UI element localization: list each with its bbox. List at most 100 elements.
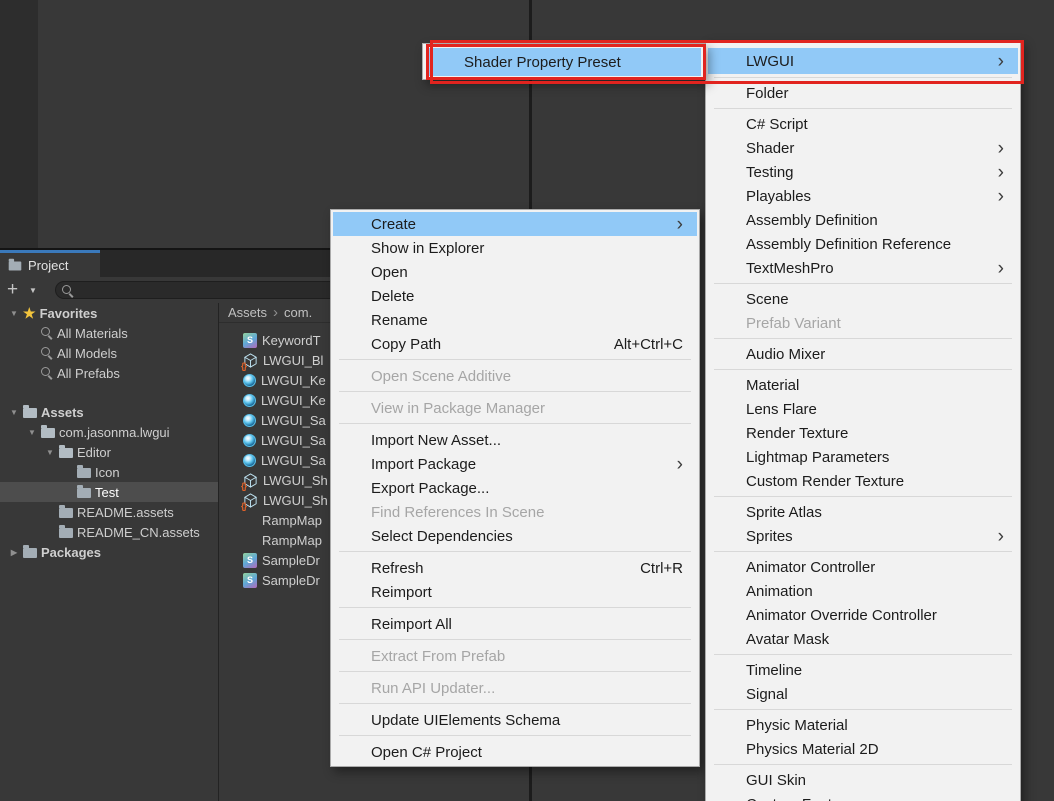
menu-item-label: Copy Path xyxy=(371,336,590,353)
tree-item-test[interactable]: Test xyxy=(0,482,218,502)
menu-item-label: Custom Font xyxy=(746,796,1004,801)
menu-item-lens-flare[interactable]: Lens Flare xyxy=(708,397,1018,421)
menu-item-show-in-explorer[interactable]: Show in Explorer xyxy=(333,236,697,260)
menu-item-select-dependencies[interactable]: Select Dependencies xyxy=(333,524,697,548)
menu-item-lwgui[interactable]: LWGUI› xyxy=(708,48,1018,74)
menu-separator xyxy=(714,369,1012,370)
menu-item-shader[interactable]: Shader› xyxy=(708,136,1018,160)
csharp-script-icon: S xyxy=(243,333,257,348)
menu-item-label: GUI Skin xyxy=(746,772,1004,789)
chevron-down-icon[interactable]: ▼ xyxy=(29,286,37,295)
menu-item-import-package[interactable]: Import Package› xyxy=(333,452,697,476)
menu-item-delete[interactable]: Delete xyxy=(333,284,697,308)
expander-expanded-icon[interactable]: ▼ xyxy=(41,448,59,457)
menu-item-export-package[interactable]: Export Package... xyxy=(333,476,697,500)
menu-item-label: Testing xyxy=(746,164,990,181)
menu-item-open-c-project[interactable]: Open C# Project xyxy=(333,740,697,764)
menu-item-folder[interactable]: Folder xyxy=(708,81,1018,105)
menu-item-reimport[interactable]: Reimport xyxy=(333,580,697,604)
expander-expanded-icon[interactable]: ▼ xyxy=(5,309,23,318)
create-asset-button[interactable]: + xyxy=(7,277,18,303)
menu-item-gui-skin[interactable]: GUI Skin xyxy=(708,768,1018,792)
menu-item-label: Delete xyxy=(371,288,683,305)
menu-item-assembly-definition[interactable]: Assembly Definition xyxy=(708,208,1018,232)
menu-item-label: Find References In Scene xyxy=(371,504,683,521)
menu-item-shader-property-preset[interactable]: Shader Property Preset xyxy=(426,48,701,76)
tree-item-label: Packages xyxy=(41,545,101,560)
menu-item-audio-mixer[interactable]: Audio Mixer xyxy=(708,342,1018,366)
tree-item-favorites[interactable]: ▼★Favorites xyxy=(0,303,218,323)
expander-expanded-icon[interactable]: ▼ xyxy=(5,408,23,417)
menu-item-open[interactable]: Open xyxy=(333,260,697,284)
menu-item-testing[interactable]: Testing › xyxy=(708,160,1018,184)
menu-item-timeline[interactable]: Timeline xyxy=(708,658,1018,682)
tab-project[interactable]: Project xyxy=(0,250,100,277)
expander-expanded-icon[interactable]: ▼ xyxy=(23,428,41,437)
file-item-label: RampMap xyxy=(262,533,322,548)
tree-item-assets[interactable]: ▼Assets xyxy=(0,402,218,422)
tree-item-all-prefabs[interactable]: All Prefabs xyxy=(0,363,218,383)
unity-editor-window: Project + ▼ ▼★FavoritesAll MaterialsAll … xyxy=(0,0,1054,801)
menu-item-shortcut: Ctrl+R xyxy=(640,560,683,577)
menu-item-label: Prefab Variant xyxy=(746,315,1004,332)
menu-item-c-script[interactable]: C# Script xyxy=(708,112,1018,136)
menu-item-label: Refresh xyxy=(371,560,616,577)
menu-item-custom-font[interactable]: Custom Font xyxy=(708,792,1018,801)
menu-item-animator-controller[interactable]: Animator Controller xyxy=(708,555,1018,579)
menu-item-label: Open C# Project xyxy=(371,744,683,761)
menu-item-scene[interactable]: Scene xyxy=(708,287,1018,311)
tree-item-icon[interactable]: Icon xyxy=(0,462,218,482)
folder-open-icon xyxy=(23,408,37,418)
menu-item-avatar-mask[interactable]: Avatar Mask xyxy=(708,627,1018,651)
menu-item-render-texture[interactable]: Render Texture xyxy=(708,421,1018,445)
menu-item-lightmap-parameters[interactable]: Lightmap Parameters xyxy=(708,445,1018,469)
file-item-label: LWGUI_Sa xyxy=(261,433,326,448)
menu-item-label: View in Package Manager xyxy=(371,400,683,417)
menu-item-refresh[interactable]: Refresh Ctrl+R xyxy=(333,556,697,580)
menu-separator xyxy=(339,639,691,640)
menu-item-update-uielements-schema[interactable]: Update UIElements Schema xyxy=(333,708,697,732)
material-icon xyxy=(243,454,256,467)
menu-item-sprites[interactable]: Sprites› xyxy=(708,524,1018,548)
menu-item-physic-material[interactable]: Physic Material xyxy=(708,713,1018,737)
menu-item-material[interactable]: Material xyxy=(708,373,1018,397)
menu-item-label: Extract From Prefab xyxy=(371,648,683,665)
expander-collapsed-icon[interactable]: ▶ xyxy=(5,548,23,557)
tree-item-readme-cn-assets[interactable]: README_CN.assets xyxy=(0,522,218,542)
menu-separator xyxy=(714,496,1012,497)
tree-item-com-jasonma-lwgui[interactable]: ▼com.jasonma.lwgui xyxy=(0,422,218,442)
menu-item-label: Scene xyxy=(746,291,1004,308)
menu-item-reimport-all[interactable]: Reimport All xyxy=(333,612,697,636)
tree-item-packages[interactable]: ▶ Packages xyxy=(0,542,218,562)
menu-item-create[interactable]: Create› xyxy=(333,212,697,236)
menu-item-label: Physic Material xyxy=(746,717,1004,734)
material-icon xyxy=(243,414,256,427)
tree-item-readme-assets[interactable]: README.assets xyxy=(0,502,218,522)
file-item-label: LWGUI_Ke xyxy=(261,373,326,388)
menu-item-physics-material-2d[interactable]: Physics Material 2D xyxy=(708,737,1018,761)
breadcrumb-current[interactable]: com. xyxy=(284,305,312,320)
menu-item-rename[interactable]: Rename xyxy=(333,308,697,332)
menu-item-animator-override-controller[interactable]: Animator Override Controller xyxy=(708,603,1018,627)
tree-item-all-models[interactable]: All Models xyxy=(0,343,218,363)
menu-item-sprite-atlas[interactable]: Sprite Atlas xyxy=(708,500,1018,524)
menu-item-assembly-definition-reference[interactable]: Assembly Definition Reference xyxy=(708,232,1018,256)
menu-item-textmeshpro[interactable]: TextMeshPro› xyxy=(708,256,1018,280)
menu-item-custom-render-texture[interactable]: Custom Render Texture xyxy=(708,469,1018,493)
menu-item-signal[interactable]: Signal xyxy=(708,682,1018,706)
breadcrumb-root[interactable]: Assets xyxy=(228,305,267,320)
menu-item-playables[interactable]: Playables› xyxy=(708,184,1018,208)
menu-item-import-new-asset[interactable]: Import New Asset... xyxy=(333,428,697,452)
menu-item-label: Open xyxy=(371,264,683,281)
menu-item-extract-from-prefab: Extract From Prefab xyxy=(333,644,697,668)
menu-item-animation[interactable]: Animation xyxy=(708,579,1018,603)
material-icon xyxy=(243,394,256,407)
submenu-arrow-icon: › xyxy=(998,139,1004,158)
tree-item-all-materials[interactable]: All Materials xyxy=(0,323,218,343)
menu-item-label: Folder xyxy=(746,85,1004,102)
menu-item-label: TextMeshPro xyxy=(746,260,990,277)
submenu-arrow-icon: › xyxy=(998,163,1004,182)
tree-item-editor[interactable]: ▼Editor xyxy=(0,442,218,462)
menu-item-label: Signal xyxy=(746,686,1004,703)
menu-item-copy-path[interactable]: Copy PathAlt+Ctrl+C xyxy=(333,332,697,356)
